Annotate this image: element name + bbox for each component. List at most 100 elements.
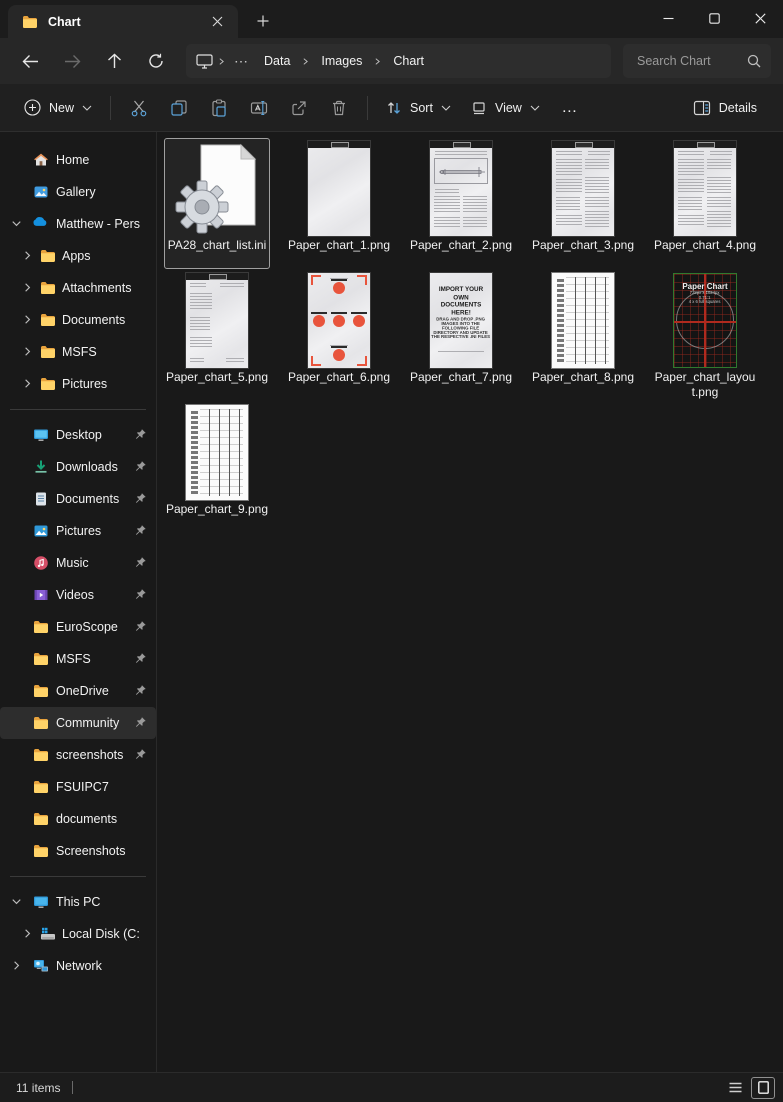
file-thumbnail (186, 405, 248, 500)
sidebar-item-gallery[interactable]: Gallery (0, 176, 156, 208)
sidebar-item-desktop[interactable]: Desktop (0, 419, 156, 451)
item-count: 11 items (16, 1080, 61, 1095)
new-button-label: New (49, 100, 75, 115)
sidebar-item-home[interactable]: Home (0, 144, 156, 176)
file-tile-pa28-chart-list-ini[interactable]: PA28_chart_list.ini (164, 138, 270, 269)
more-options-icon[interactable]: … (550, 91, 590, 125)
forward-icon[interactable] (52, 43, 92, 79)
this-pc-icon[interactable] (196, 53, 213, 69)
folder-icon (33, 811, 49, 827)
thumbnail-view-icon[interactable] (751, 1076, 775, 1099)
back-icon[interactable] (10, 43, 50, 79)
refresh-icon[interactable] (136, 43, 176, 79)
chevron-right-icon[interactable] (20, 280, 36, 296)
chevron-right-icon[interactable] (20, 376, 36, 392)
file-name-label: PA28_chart_list.ini (167, 238, 267, 252)
details-button[interactable]: Details (683, 91, 767, 125)
rename-icon[interactable] (239, 91, 279, 125)
share-icon[interactable] (279, 91, 319, 125)
folder-icon (33, 619, 49, 635)
sidebar-item-label: Pictures (56, 524, 102, 538)
file-tile-paper-chart-8-png[interactable]: Paper_chart_8.png (530, 270, 636, 401)
sidebar-item-community[interactable]: Community (0, 707, 156, 739)
maximize-button[interactable] (691, 0, 737, 36)
chevron-right-icon[interactable] (20, 344, 36, 360)
sidebar-item-apps[interactable]: Apps (0, 240, 156, 272)
chevron-right-icon[interactable] (20, 926, 36, 942)
file-tile-paper-chart-6-png[interactable]: Paper_chart_6.png (286, 270, 392, 401)
sidebar-item-documents[interactable]: Documents (0, 483, 156, 515)
chevron-down-icon[interactable] (9, 216, 25, 232)
close-button[interactable] (737, 0, 783, 36)
chevron-down-icon[interactable] (9, 894, 25, 910)
thumb-text-lines (585, 177, 609, 193)
sidebar-item-local-disk-c[interactable]: Local Disk (C:) (0, 918, 156, 950)
sidebar-item-this-pc[interactable]: This PC (0, 886, 156, 918)
file-tile-paper-chart-7-png[interactable]: IMPORT YOUR OWN DOCUMENTS HERE! DRAG AND … (408, 270, 514, 401)
file-tile-paper-chart-5-png[interactable]: Paper_chart_5.png (164, 270, 270, 401)
thumb-text-lines (556, 151, 582, 155)
sidebar-item-pictures[interactable]: Pictures (0, 515, 156, 547)
file-tile-paper-chart-2-png[interactable]: Paper_chart_2.png (408, 138, 514, 269)
sidebar-item-videos[interactable]: Videos (0, 579, 156, 611)
sidebar-item-msfs[interactable]: MSFS (0, 336, 156, 368)
view-icon (471, 100, 487, 116)
toolbar-separator (367, 95, 369, 120)
sidebar-item-network[interactable]: Network (0, 950, 156, 982)
minimize-button[interactable] (645, 0, 691, 36)
cut-icon[interactable] (119, 91, 159, 125)
sidebar-item-label: This PC (56, 895, 101, 909)
sidebar-item-screenshots[interactable]: screenshots (0, 739, 156, 771)
sidebar-item-music[interactable]: Music (0, 547, 156, 579)
thumb-text-lines (434, 196, 460, 214)
view-button[interactable]: View (461, 91, 550, 125)
sidebar-item-screenshots[interactable]: Screenshots (0, 835, 156, 867)
thumb-body-text: DRAG AND DROP .PNG IMAGES INTO THE FOLLO… (431, 317, 491, 340)
explorer-tab[interactable]: Chart (8, 5, 238, 38)
file-tile-paper-chart-1-png[interactable]: Paper_chart_1.png (286, 138, 392, 269)
breadcrumb-segment-images[interactable]: Images (312, 50, 371, 72)
sidebar-item-documents[interactable]: Documents (0, 304, 156, 336)
file-tile-paper-chart-layout-png[interactable]: Paper Chart 728px x 1024px 0.71:1 4 x 6 fu… (652, 270, 758, 401)
new-button[interactable]: New (14, 91, 102, 125)
breadcrumb-overflow[interactable]: ⋯ (228, 53, 255, 70)
file-tile-paper-chart-3-png[interactable]: Paper_chart_3.png (530, 138, 636, 269)
chevron-right-icon[interactable] (9, 958, 25, 974)
sidebar-item-label: MSFS (56, 652, 91, 666)
tab-close-icon[interactable] (204, 10, 230, 34)
chevron-right-icon[interactable] (20, 248, 36, 264)
breadcrumb-segment-data[interactable]: Data (255, 50, 299, 72)
thumb-table-grid (566, 277, 609, 364)
view-button-label: View (494, 100, 522, 115)
delete-icon[interactable] (319, 91, 359, 125)
sidebar-item-msfs[interactable]: MSFS (0, 643, 156, 675)
up-icon[interactable] (94, 43, 134, 79)
breadcrumb-segment-chart[interactable]: Chart (384, 50, 433, 72)
sort-button[interactable]: Sort (376, 91, 461, 125)
pin-icon (134, 652, 148, 666)
new-tab-button[interactable] (248, 7, 278, 35)
sidebar-item-matthew-personal[interactable]: Matthew - Personal (0, 208, 156, 240)
search-icon[interactable] (747, 54, 761, 68)
sidebar-divider (10, 876, 146, 877)
sidebar-item-onedrive[interactable]: OneDrive (0, 675, 156, 707)
paste-icon[interactable] (199, 91, 239, 125)
sidebar-item-attachments[interactable]: Attachments (0, 272, 156, 304)
search-input[interactable] (637, 54, 747, 68)
sidebar-item-fsuipc7[interactable]: FSUIPC7 (0, 771, 156, 803)
pin-icon (134, 588, 148, 602)
sidebar-item-euroscope[interactable]: EuroScope (0, 611, 156, 643)
breadcrumb[interactable]: ⋯ Data Images Chart (186, 44, 611, 78)
thumb-text-lines (556, 215, 582, 227)
file-tile-paper-chart-4-png[interactable]: Paper_chart_4.png (652, 138, 758, 269)
file-name-label: Paper_chart_3.png (531, 238, 635, 252)
details-view-icon[interactable] (723, 1077, 747, 1099)
chevron-right-icon[interactable] (20, 312, 36, 328)
copy-icon[interactable] (159, 91, 199, 125)
sidebar-item-pictures[interactable]: Pictures (0, 368, 156, 400)
search-box[interactable] (623, 44, 771, 78)
file-tile-paper-chart-9-png[interactable]: Paper_chart_9.png (164, 402, 270, 533)
thumb-text-lines (434, 217, 460, 229)
sidebar-item-documents[interactable]: documents (0, 803, 156, 835)
sidebar-item-downloads[interactable]: Downloads (0, 451, 156, 483)
